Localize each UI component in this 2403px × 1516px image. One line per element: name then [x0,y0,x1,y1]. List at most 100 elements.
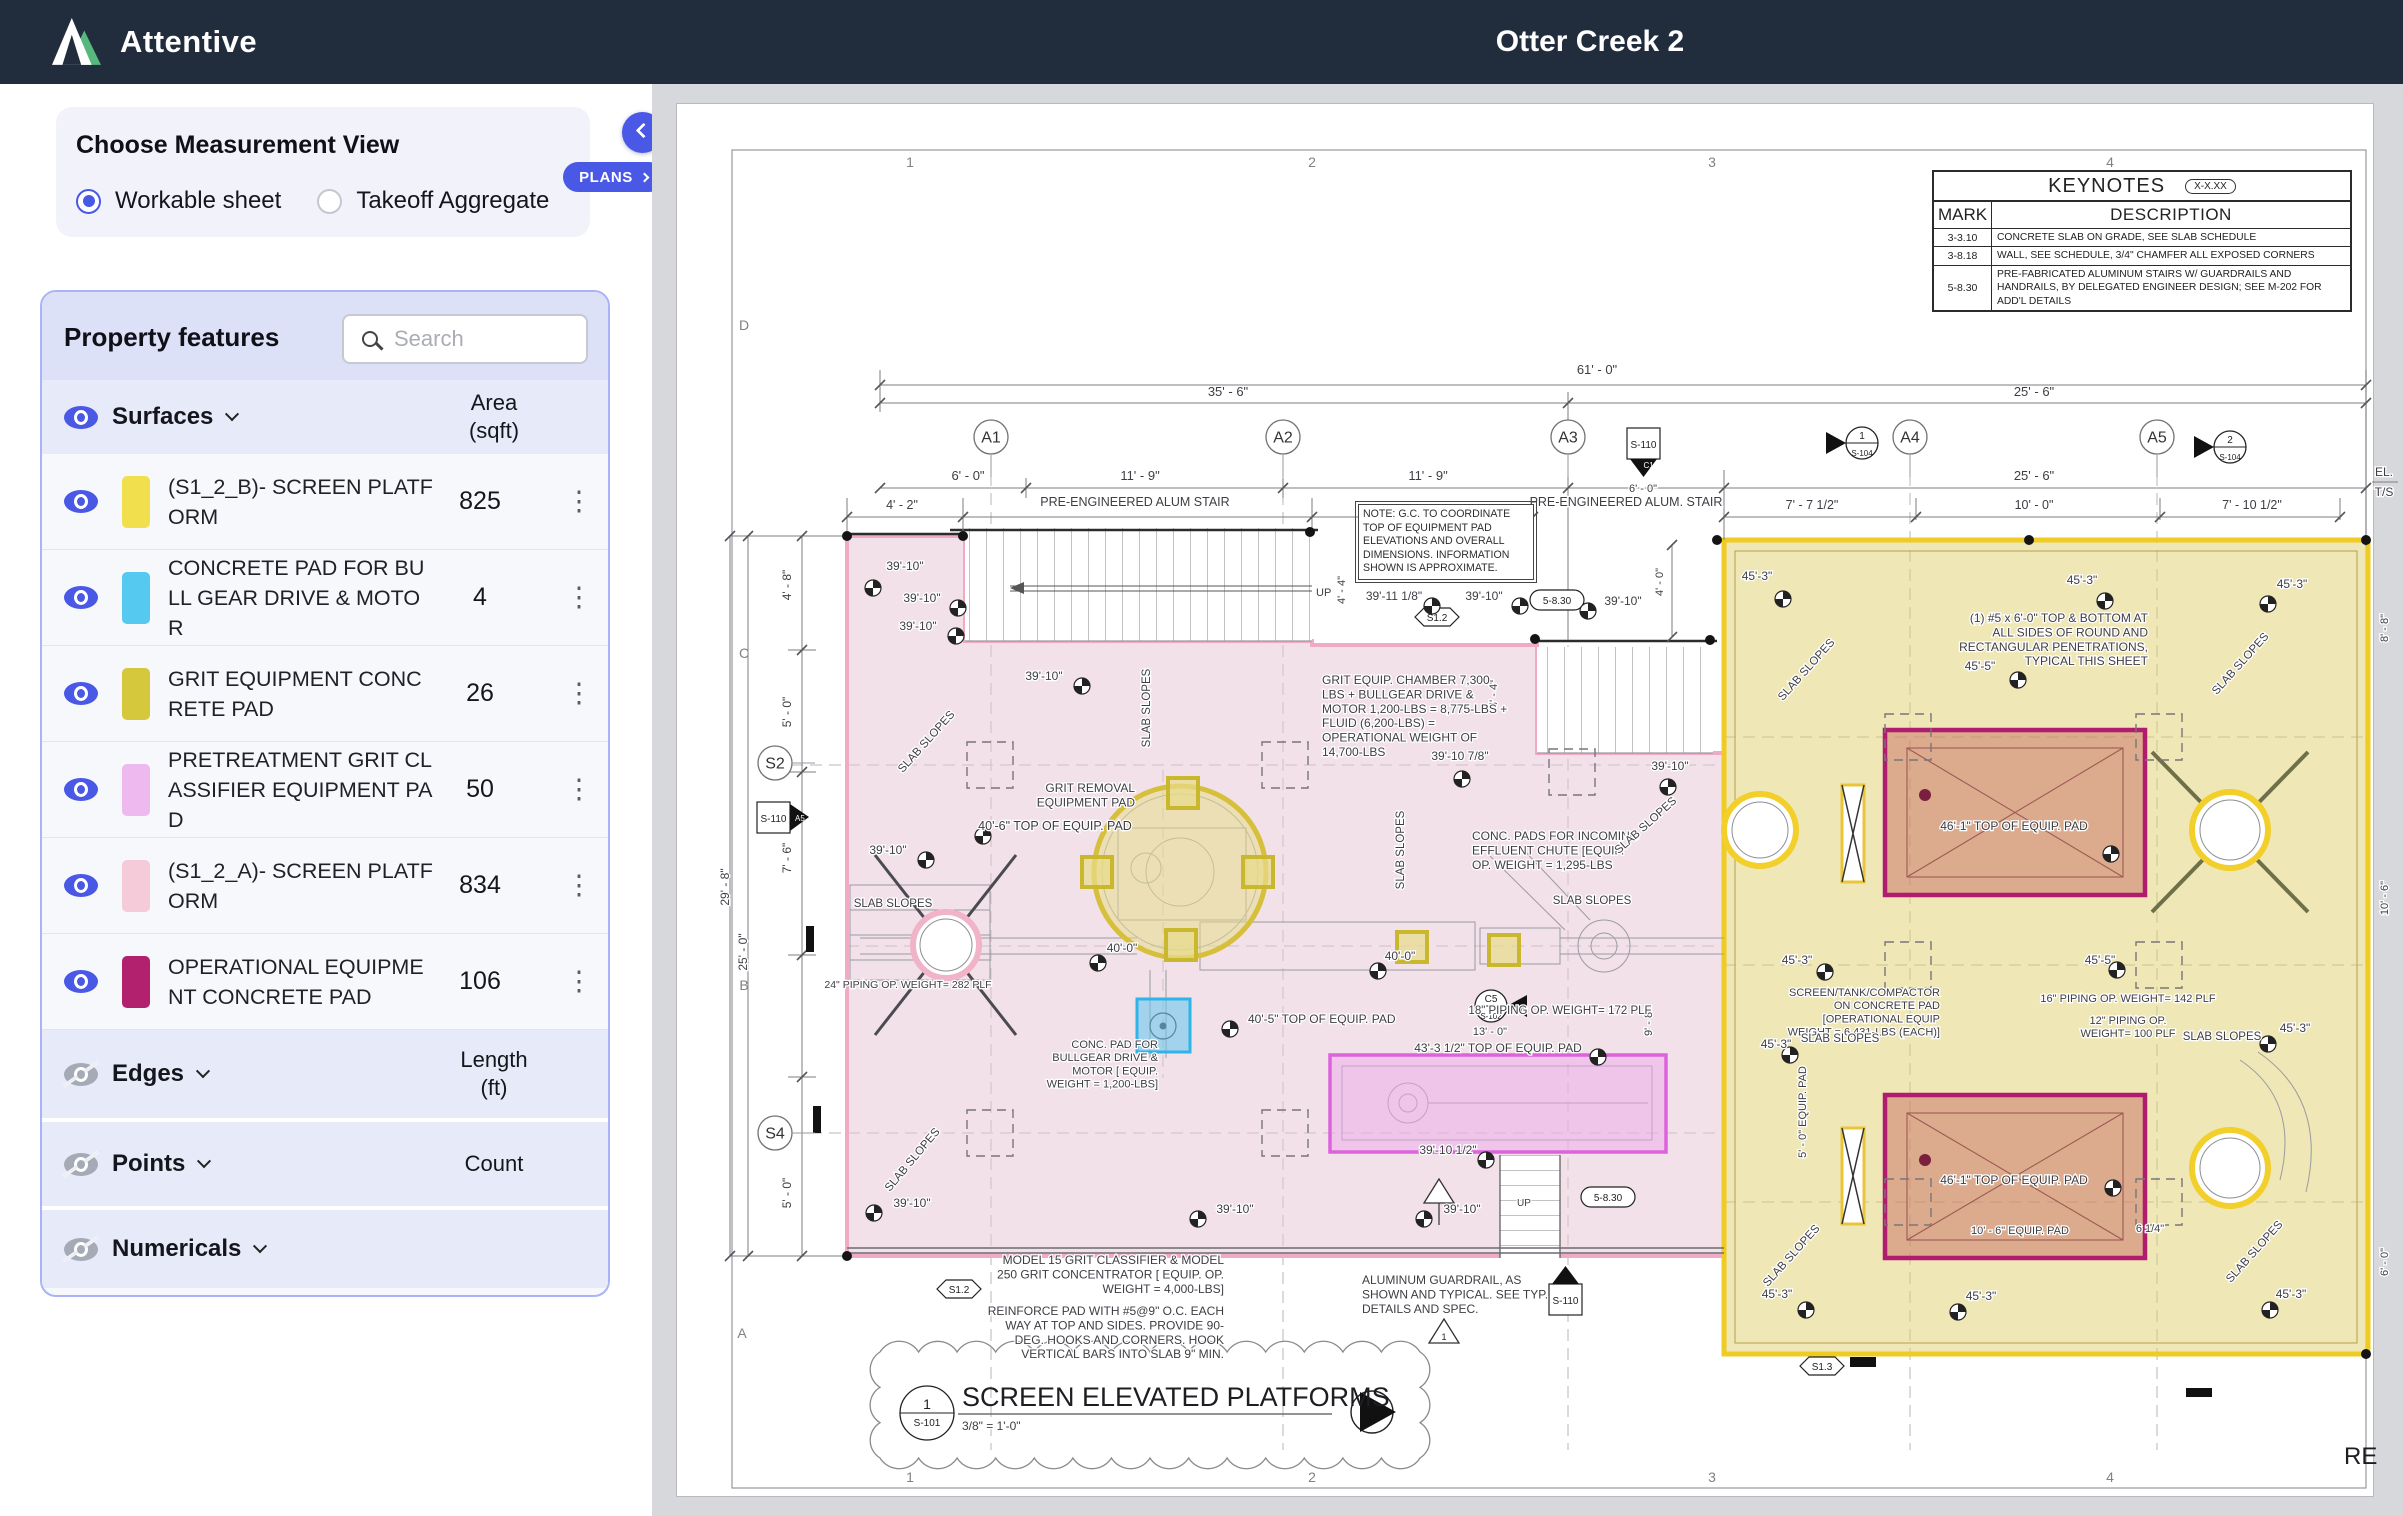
property-features-panel: Property features Surfaces Area (sqft) (… [40,290,610,1297]
color-swatch[interactable] [122,860,150,912]
feature-row[interactable]: (S1_2_A)- SCREEN PLATFORM834⋮ [42,838,608,934]
section-edges[interactable]: Edges Length (ft) [42,1030,608,1118]
plan-label: 4' - 8" [780,570,794,601]
color-swatch[interactable] [122,956,150,1008]
keynote-row: 3-8.18WALL, SEE SCHEDULE, 3/4" CHAMFER A… [1934,247,2350,265]
row-menu-button[interactable]: ⋮ [564,966,594,997]
section-numericals[interactable]: Numericals [42,1210,608,1288]
row-menu-button[interactable]: ⋮ [564,678,594,709]
svg-text:2: 2 [1308,1469,1316,1485]
color-swatch[interactable] [122,764,150,816]
plan-label: EL. [2375,465,2393,479]
section-label: Numericals [112,1235,241,1263]
plan-label: 45'-3" [1966,1289,1997,1303]
visibility-on-icon[interactable] [64,970,98,993]
feature-row[interactable]: PRETREATMENT GRIT CLASSIFIER EQUIPMENT P… [42,742,608,838]
plan-label: 45'-3" [1761,1037,1792,1051]
visibility-on-icon[interactable] [64,874,98,897]
plan-label: UP [1316,587,1331,599]
plan-label: 39'-10" [886,559,923,573]
section-label: Edges [112,1060,184,1088]
plan-label: 18" PIPING OP. WEIGHT= 172 PLF [1468,1005,1651,1017]
search-box[interactable] [342,314,588,364]
feature-row[interactable]: GRIT EQUIPMENT CONCRETE PAD26⋮ [42,646,608,742]
plan-label: 45'-5" [1965,659,1996,673]
plan-label: 45'-3" [1762,1287,1793,1301]
row-menu-button[interactable]: ⋮ [564,870,594,901]
plan-label: T/S [2375,485,2394,499]
svg-text:C: C [739,645,749,661]
visibility-on-icon[interactable] [64,586,98,609]
row-menu-button[interactable]: ⋮ [564,486,594,517]
plan-label: MODEL 15 GRIT CLASSIFIER & MODEL250 GRIT… [997,1253,1224,1296]
row-menu-button[interactable]: ⋮ [564,582,594,613]
feature-row[interactable]: CONCRETE PAD FOR BULL GEAR DRIVE & MOTOR… [42,550,608,646]
svg-text:S1.2: S1.2 [1427,613,1448,624]
plans-button-label: PLANS [579,169,633,186]
svg-text:1: 1 [1859,431,1865,442]
visibility-off-icon[interactable] [64,1153,98,1176]
feature-value: 4 [430,583,530,612]
search-input[interactable] [394,326,554,352]
visibility-on-icon[interactable] [64,490,98,513]
plan-label: 39'-10" [869,843,906,857]
radio-label[interactable]: Workable sheet [115,187,281,215]
svg-text:S-104: S-104 [1851,449,1873,458]
svg-text:S-101: S-101 [914,1418,941,1429]
plan-label: 4' - 0" [1654,568,1666,596]
plan-label: 25' - 6" [2014,468,2055,483]
color-swatch[interactable] [122,476,150,528]
svg-text:B: B [739,977,748,993]
brand-name: Attentive [120,24,257,60]
plan-label: 11' - 9" [1408,468,1448,483]
visibility-on-icon[interactable] [64,778,98,801]
svg-text:1: 1 [923,1396,931,1412]
radio-unselected[interactable] [317,189,342,214]
svg-text:A2: A2 [1273,430,1293,447]
plan-label: 39'-10 7/8" [1431,749,1488,763]
plans-button[interactable]: PLANS [563,162,664,192]
svg-text:S1.2: S1.2 [949,1285,970,1296]
svg-text:1: 1 [1441,1332,1446,1342]
section-label: Points [112,1150,185,1178]
plan-label: 46'-1" TOP OF EQUIP. PAD [1940,1173,2088,1187]
plan-label: ALUMINUM GUARDRAIL, ASSHOWN AND TYPICAL.… [1362,1273,1548,1316]
row-menu-button[interactable]: ⋮ [564,774,594,805]
plan-label: 45'-3" [2277,577,2308,591]
stair-top [950,528,1318,641]
radio-selected[interactable] [76,189,101,214]
plan-label: 10' - 0" [2015,498,2054,512]
plan-label: 45'-3" [2067,573,2098,587]
pretreatment-pad-region[interactable] [1330,1055,1666,1152]
visibility-on-icon[interactable] [64,682,98,705]
measurement-view-options: Workable sheet Takeoff Aggregate [76,187,571,215]
plan-label: 7' - 6" [780,843,794,874]
svg-text:4: 4 [2106,154,2114,170]
feature-name: (S1_2_A)- SCREEN PLATFORM [168,856,434,916]
feature-row[interactable]: (S1_2_B)- SCREEN PLATFORM825⋮ [42,454,608,550]
chevron-down-icon [225,407,239,421]
section-points[interactable]: Points Count [42,1122,608,1206]
chevron-left-icon [636,123,652,139]
visibility-off-icon[interactable] [64,1238,98,1261]
plan-label: 5' - 0" [780,697,794,728]
plan-label: 3/8" = 1'-0" [962,1419,1021,1433]
keynote-row: 3-3.10CONCRETE SLAB ON GRADE, SEE SLAB S… [1934,229,2350,247]
plan-label: 12" PIPING OP.WEIGHT= 100 PLF [2080,1015,2175,1040]
plan-label: 45'-3" [2280,1021,2311,1035]
brand[interactable]: Attentive [52,17,257,67]
feature-value: 825 [430,487,530,516]
visibility-off-icon[interactable] [64,1063,98,1086]
svg-text:3: 3 [1708,1469,1716,1485]
plan-viewer-canvas[interactable]: S-110A5S-110C1S-1101S-1042S-104C5S-1021S… [652,84,2403,1516]
radio-label[interactable]: Takeoff Aggregate [356,187,549,215]
color-swatch[interactable] [122,572,150,624]
feature-row[interactable]: OPERATIONAL EQUIPMENT CONCRETE PAD106⋮ [42,934,608,1030]
section-surfaces[interactable]: Surfaces Area (sqft) [42,380,608,454]
plan-label: 40'-0" [1107,941,1138,955]
feature-name: OPERATIONAL EQUIPMENT CONCRETE PAD [168,952,434,1012]
color-swatch[interactable] [122,668,150,720]
svg-text:1: 1 [906,154,914,170]
visibility-on-icon[interactable] [64,406,98,429]
svg-text:A5: A5 [795,814,805,823]
